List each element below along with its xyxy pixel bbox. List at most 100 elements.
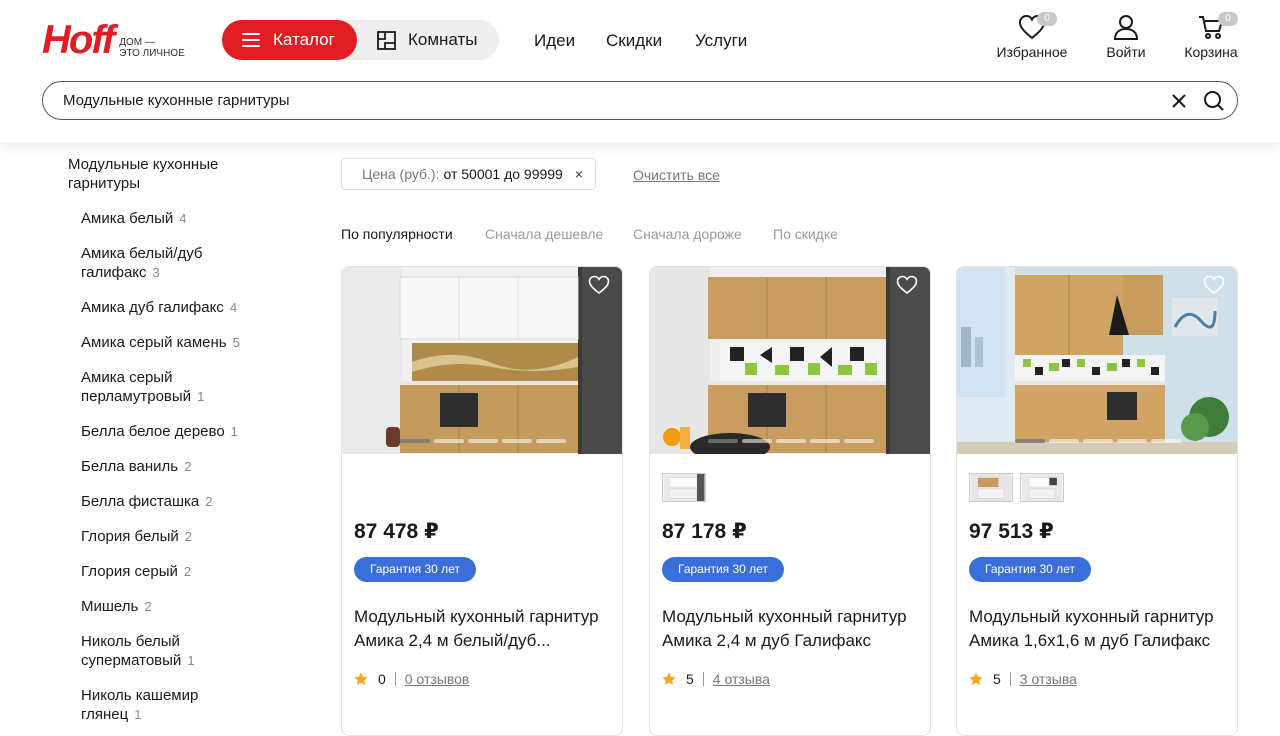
sidebar-item-label: Амика белый/дуб галифакс: [81, 245, 203, 281]
search-icon[interactable]: [1203, 90, 1225, 112]
warranty-badge: Гарантия 30 лет: [354, 557, 476, 582]
add-to-favorites-icon[interactable]: [1203, 275, 1225, 295]
favorites-count-badge: 0: [1037, 12, 1057, 26]
nav-services[interactable]: Услуги: [695, 31, 747, 51]
login-button[interactable]: Войти: [1081, 14, 1171, 60]
star-icon: [354, 672, 368, 685]
photo-pagination[interactable]: [708, 439, 874, 443]
rating-value: 5: [686, 671, 694, 687]
warranty-badge: Гарантия 30 лет: [662, 557, 784, 582]
menu-icon: [242, 33, 260, 47]
logo-tagline: ДОМ — ЭТО ЛИЧНОЕ: [119, 37, 185, 59]
rooms-label: Комнаты: [408, 30, 478, 49]
nav-ideas[interactable]: Идеи: [534, 31, 575, 51]
sidebar-item-label: Мишель: [81, 598, 139, 615]
sort-expensive-first[interactable]: Сначала дороже: [633, 226, 742, 242]
sidebar-item-count: 1: [187, 653, 195, 668]
photo-pagination[interactable]: [400, 439, 566, 443]
reviews-link[interactable]: 4 отзыва: [713, 671, 770, 687]
sidebar-item-count: 2: [205, 494, 213, 509]
sidebar-item-count: 1: [230, 424, 238, 439]
cart-label: Корзина: [1184, 44, 1238, 60]
product-photo[interactable]: [650, 267, 930, 454]
sidebar-item-count: 1: [197, 389, 205, 404]
variant-thumbnail[interactable]: [1020, 473, 1064, 502]
sidebar-item-count: 2: [184, 459, 192, 474]
sidebar-item[interactable]: Белла фисташка 2: [81, 492, 271, 511]
sidebar-item[interactable]: Амика серый камень 5: [81, 333, 271, 352]
product-photo[interactable]: [957, 267, 1237, 454]
sidebar-item[interactable]: Глория серый 2: [81, 562, 271, 581]
logo-tagline-line-2: ЭТО ЛИЧНОЕ: [119, 48, 185, 59]
product-card[interactable]: 87 478 ₽ Гарантия 30 лет Модульный кухон…: [341, 266, 623, 736]
photo-pagination[interactable]: [1015, 439, 1181, 443]
clear-all-filters-link[interactable]: Очистить все: [633, 167, 720, 183]
product-name[interactable]: Модульный кухонный гарнитур Амика 1,6х1,…: [969, 605, 1231, 653]
nav-discounts[interactable]: Скидки: [606, 31, 662, 51]
sidebar-item-count: 4: [179, 211, 187, 226]
rating-value: 0: [378, 671, 386, 687]
sidebar-item[interactable]: Амика серый перламутровый 1: [81, 368, 241, 406]
catalog-button[interactable]: Каталог: [222, 20, 357, 60]
product-card[interactable]: 87 178 ₽ Гарантия 30 лет Модульный кухон…: [649, 266, 931, 736]
rating-divider: [1009, 672, 1011, 686]
product-card[interactable]: 97 513 ₽ Гарантия 30 лет Модульный кухон…: [956, 266, 1238, 736]
sort-cheaper-first[interactable]: Сначала дешевле: [485, 226, 603, 242]
sidebar-item[interactable]: Амика белый/дуб галифакс 3: [81, 244, 271, 282]
rating-divider: [702, 672, 704, 686]
remove-filter-button[interactable]: ×: [575, 166, 583, 182]
sidebar-item[interactable]: Николь кашемир глянец 1: [81, 686, 241, 724]
star-icon: [662, 672, 676, 685]
warranty-badge: Гарантия 30 лет: [969, 557, 1091, 582]
cart-button[interactable]: 0 Корзина: [1166, 12, 1256, 60]
user-icon: [1113, 15, 1139, 40]
sidebar-item-count: 3: [152, 265, 160, 280]
add-to-favorites-icon[interactable]: [588, 275, 610, 295]
sidebar-item[interactable]: Амика белый 4: [81, 209, 271, 228]
hoff-logo[interactable]: Hoff ДОМ — ЭТО ЛИЧНОЕ: [42, 20, 185, 60]
sidebar-item-label: Николь белый суперматовый: [81, 633, 182, 669]
rating-divider: [394, 672, 396, 686]
sidebar-item[interactable]: Глория белый 2: [81, 527, 271, 546]
product-price: 97 513 ₽: [969, 520, 1054, 543]
rooms-icon: [377, 30, 396, 50]
sidebar-item-count: 4: [229, 300, 238, 315]
sidebar-title[interactable]: Модульные кухонные гарнитуры: [68, 155, 268, 193]
sidebar-item[interactable]: Амика дуб галифакс 4: [81, 298, 271, 317]
add-to-favorites-icon[interactable]: [896, 275, 918, 295]
favorites-button[interactable]: 0 Избранное: [987, 12, 1077, 60]
sidebar-item[interactable]: Мишель 2: [81, 597, 271, 616]
variant-thumbnail[interactable]: [662, 473, 706, 502]
sidebar-item-label: Амика серый камень: [81, 334, 227, 351]
sidebar-item-count: 2: [184, 529, 192, 544]
sidebar-item-label: Белла фисташка: [81, 493, 200, 510]
search-bar: [42, 81, 1238, 120]
product-photo[interactable]: [342, 267, 622, 454]
cart-count-badge: 0: [1218, 12, 1238, 26]
reviews-link[interactable]: 0 отзывов: [405, 671, 470, 687]
sort-by-discount[interactable]: По скидке: [773, 226, 838, 242]
product-name-line-1: Модульный кухонный гарнитур: [662, 607, 907, 626]
sidebar-item-count: 5: [232, 335, 240, 350]
product-rating: 5 4 отзыва: [662, 671, 770, 687]
color-variants: [662, 473, 706, 502]
favorites-label: Избранное: [996, 44, 1068, 60]
sidebar-item[interactable]: Белла белое дерево 1: [81, 422, 271, 441]
close-icon[interactable]: [1169, 91, 1189, 111]
variant-thumbnail[interactable]: [969, 473, 1013, 502]
sidebar-item[interactable]: Белла ваниль 2: [81, 457, 271, 476]
color-variants: [969, 473, 1064, 502]
product-rating: 5 3 отзыва: [969, 671, 1077, 687]
logo-tagline-line-1: ДОМ —: [119, 37, 155, 48]
product-name[interactable]: Модульный кухонный гарнитур Амика 2,4 м …: [354, 605, 616, 653]
sidebar-item[interactable]: Николь белый суперматовый 1: [81, 632, 241, 670]
product-name-line-1: Модульный кухонный гарнитур: [969, 607, 1214, 626]
product-name[interactable]: Модульный кухонный гарнитур Амика 2,4 м …: [662, 605, 924, 653]
reviews-link[interactable]: 3 отзыва: [1020, 671, 1077, 687]
rooms-button[interactable]: Комнаты: [377, 20, 478, 60]
product-name-line-1: Модульный кухонный гарнитур: [354, 607, 599, 626]
sort-popularity[interactable]: По популярности: [341, 226, 453, 242]
rating-value: 5: [993, 671, 1001, 687]
search-input[interactable]: [63, 92, 1143, 109]
sidebar-item-count: 2: [183, 564, 192, 579]
